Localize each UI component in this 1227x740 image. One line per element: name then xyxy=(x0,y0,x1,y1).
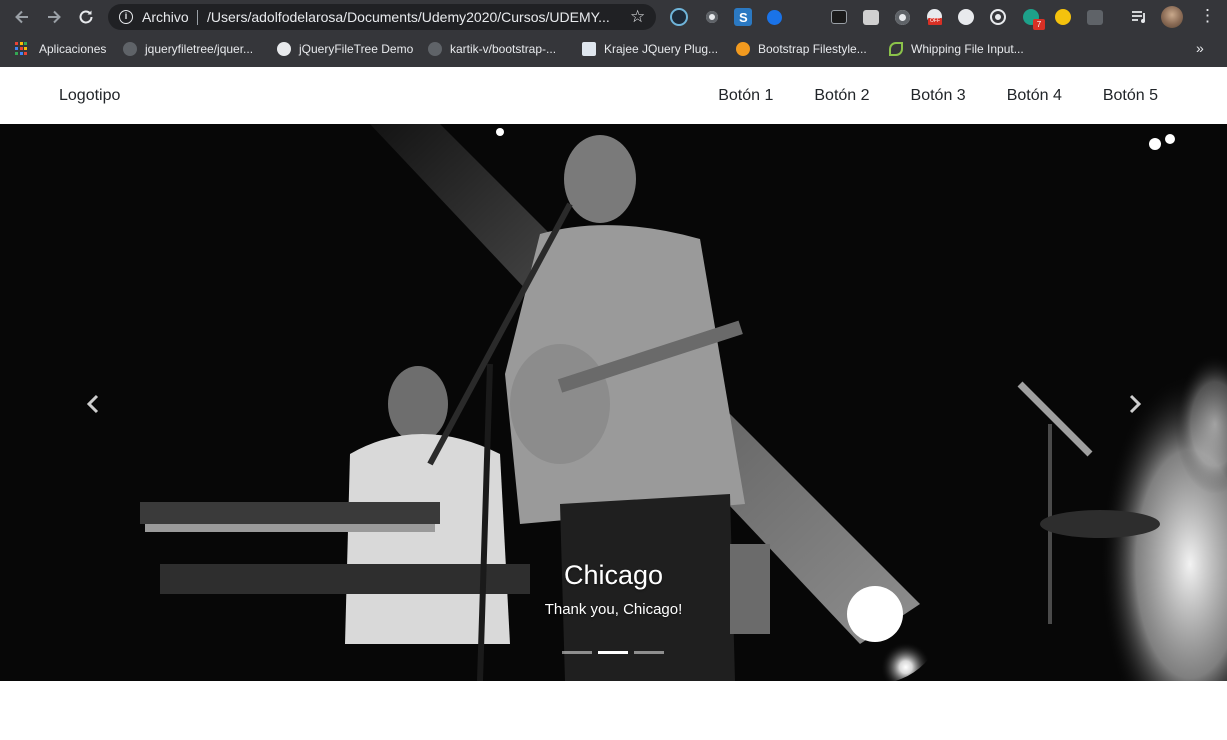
bookmark-star-icon[interactable]: ☆ xyxy=(630,7,645,27)
bookmark-kartik-bootstrap[interactable]: kartik-v/bootstrap-... xyxy=(428,40,556,58)
extension-grid-icon[interactable] xyxy=(863,10,879,25)
nav-button-5[interactable]: Botón 5 xyxy=(1103,87,1158,105)
bookmark-bootstrap-filestyle[interactable]: Bootstrap Filestyle... xyxy=(736,40,867,58)
profile-avatar[interactable] xyxy=(1161,6,1183,28)
nav-button-1[interactable]: Botón 1 xyxy=(718,87,773,105)
site-navbar: Logotipo Botón 1 Botón 2 Botón 3 Botón 4… xyxy=(0,67,1227,124)
carousel-indicators xyxy=(562,651,670,654)
browser-toolbar: i Archivo /Users/adolfodelarosa/Document… xyxy=(0,0,1227,34)
carousel-caption: Chicago Thank you, Chicago! xyxy=(0,560,1227,618)
bookmark-label: kartik-v/bootstrap-... xyxy=(450,42,557,56)
nav-button-2[interactable]: Botón 2 xyxy=(814,87,869,105)
extension-badge-count: 7 xyxy=(1033,19,1045,30)
forward-button[interactable] xyxy=(43,6,65,28)
leaf-icon xyxy=(889,42,903,56)
bookmark-label: Bootstrap Filestyle... xyxy=(758,42,867,56)
github-icon xyxy=(428,42,442,56)
extension-terminal-icon[interactable] xyxy=(831,10,847,24)
bookmark-label: Whipping File Input... xyxy=(911,42,1024,56)
extension-target-icon[interactable] xyxy=(990,9,1006,25)
media-queue-icon[interactable] xyxy=(1131,10,1147,24)
nav-button-4[interactable]: Botón 4 xyxy=(1007,87,1062,105)
extension-c-icon[interactable] xyxy=(670,8,688,26)
slide-text: Thank you, Chicago! xyxy=(544,601,683,618)
extension-record-icon[interactable] xyxy=(895,10,910,25)
arrow-left-icon xyxy=(15,10,28,24)
reload-button[interactable] xyxy=(75,6,97,28)
bookmark-label: Aplicaciones xyxy=(39,42,107,56)
bookmarks-bar: Aplicaciones jqueryfiletree/jquer... jQu… xyxy=(0,36,1227,62)
bookmark-jqueryfiletree-demo[interactable]: jQueryFileTree Demo xyxy=(277,40,413,58)
krajee-icon xyxy=(582,42,596,56)
bookmark-label: jQueryFileTree Demo xyxy=(299,42,414,56)
address-separator xyxy=(197,10,198,25)
extension-check-icon[interactable] xyxy=(767,10,782,25)
chevron-right-icon xyxy=(1129,394,1142,414)
bookmark-label: jqueryfiletree/jquer... xyxy=(145,42,254,56)
nav-button-3[interactable]: Botón 3 xyxy=(911,87,966,105)
bookmark-whipping-file-input[interactable]: Whipping File Input... xyxy=(889,40,1024,58)
carousel-indicator-active[interactable] xyxy=(598,651,628,654)
off-badge: OFF xyxy=(928,18,942,25)
apps-grid-icon xyxy=(15,42,29,56)
carousel-next-control[interactable] xyxy=(1124,392,1144,416)
extension-zoom-icon[interactable] xyxy=(1055,9,1071,25)
browser-menu-icon[interactable]: ⋮ xyxy=(1199,5,1216,27)
address-bar[interactable]: i Archivo /Users/adolfodelarosa/Document… xyxy=(108,4,656,30)
carousel-indicator[interactable] xyxy=(562,651,592,654)
extension-s-icon[interactable]: S xyxy=(734,8,752,26)
carousel-prev-control[interactable] xyxy=(84,392,104,416)
reload-icon xyxy=(79,10,93,24)
carousel: Chicago Thank you, Chicago! xyxy=(0,124,1227,681)
browser-chrome: i Archivo /Users/adolfodelarosa/Document… xyxy=(0,0,1227,67)
nav-links: Botón 1 Botón 2 Botón 3 Botón 4 Botón 5 xyxy=(677,87,1158,105)
bookmark-apps[interactable]: Aplicaciones xyxy=(15,40,106,58)
globe-icon xyxy=(277,42,291,56)
extension-clock-icon[interactable] xyxy=(958,9,974,25)
chevron-left-icon xyxy=(86,394,99,414)
github-icon xyxy=(123,42,137,56)
orange-fruit-icon xyxy=(736,42,750,56)
page-bottom-area xyxy=(0,681,1227,740)
site-logo[interactable]: Logotipo xyxy=(59,87,120,105)
url-text[interactable]: /Users/adolfodelarosa/Documents/Udemy202… xyxy=(207,9,619,25)
extension-search-icon[interactable] xyxy=(703,8,721,26)
back-button[interactable] xyxy=(11,6,33,28)
info-icon[interactable]: i xyxy=(119,10,133,24)
bookmark-label: Krajee JQuery Plug... xyxy=(604,42,719,56)
slide-title: Chicago xyxy=(563,560,664,590)
bookmark-jqueryfiletree[interactable]: jqueryfiletree/jquer... xyxy=(123,40,253,58)
bookmarks-overflow-icon[interactable]: » xyxy=(1196,40,1204,56)
bookmark-krajee[interactable]: Krajee JQuery Plug... xyxy=(582,40,718,58)
svg-text:S: S xyxy=(739,10,748,25)
extension-code-icon[interactable] xyxy=(1087,10,1103,25)
address-scheme-label: Archivo xyxy=(142,9,189,25)
carousel-indicator[interactable] xyxy=(634,651,664,654)
arrow-right-icon xyxy=(48,10,61,24)
